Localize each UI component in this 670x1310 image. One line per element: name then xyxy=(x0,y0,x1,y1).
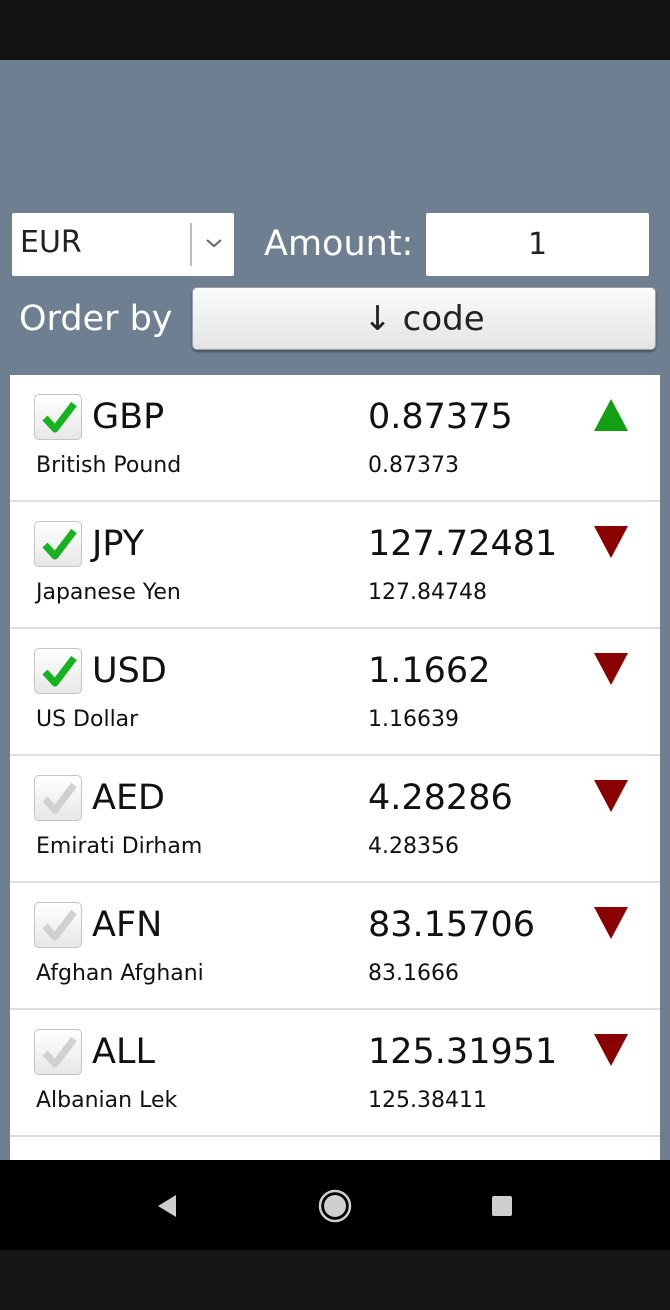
current-rate: 83.15706 xyxy=(368,905,536,945)
current-rate: 125.31951 xyxy=(368,1032,558,1072)
current-rate: 127.72481 xyxy=(368,524,558,564)
rate-row-usd[interactable]: USD US Dollar 1.1662 1.16639 xyxy=(10,629,660,756)
currency-name: Japanese Yen xyxy=(36,580,181,605)
status-bar xyxy=(0,0,670,60)
checkmark-icon xyxy=(42,528,77,560)
triangle-up-icon xyxy=(594,399,628,431)
rate-row-all[interactable]: ALL Albanian Lek 125.31951 125.38411 xyxy=(10,1010,660,1137)
currency-code: ALL xyxy=(92,1032,155,1072)
rates-list[interactable]: GBP British Pound 0.87375 0.87373 JPY Ja… xyxy=(10,375,660,1160)
checkmark-icon xyxy=(42,1036,77,1068)
currency-code: AED xyxy=(92,778,166,818)
back-triangle-icon[interactable] xyxy=(150,1188,186,1224)
amount-label: Amount: xyxy=(264,224,414,264)
rate-row-aed[interactable]: AED Emirati Dirham 4.28286 4.28356 xyxy=(10,756,660,883)
currency-checkbox[interactable] xyxy=(34,521,82,567)
home-circle-icon[interactable] xyxy=(317,1188,353,1224)
currency-checkbox[interactable] xyxy=(34,775,82,821)
currency-select-value: EUR xyxy=(20,225,82,260)
navigation-bar xyxy=(0,1160,670,1250)
rate-row-gbp[interactable]: GBP British Pound 0.87375 0.87373 xyxy=(10,375,660,502)
currency-checkbox[interactable] xyxy=(34,648,82,694)
currency-name: US Dollar xyxy=(36,707,139,732)
checkmark-icon xyxy=(42,401,77,433)
amount-input[interactable] xyxy=(426,213,649,276)
currency-code: JPY xyxy=(92,524,145,564)
currency-select[interactable]: EUR xyxy=(12,213,234,276)
triangle-down-icon xyxy=(594,1034,628,1066)
app-screen: EUR Amount: Order by ↓ code GBP British … xyxy=(0,60,670,1160)
currency-name: Emirati Dirham xyxy=(36,834,203,859)
bottom-strip xyxy=(0,1250,670,1310)
current-rate: 4.28286 xyxy=(368,778,513,818)
triangle-down-icon xyxy=(594,780,628,812)
current-rate: 1.1662 xyxy=(368,651,491,691)
recents-square-icon[interactable] xyxy=(484,1188,520,1224)
previous-rate: 0.87373 xyxy=(368,453,459,478)
chevron-down-icon xyxy=(206,239,222,248)
previous-rate: 4.28356 xyxy=(368,834,459,859)
triangle-down-icon xyxy=(594,907,628,939)
currency-name: Albanian Lek xyxy=(36,1088,178,1113)
currency-code: GBP xyxy=(92,397,165,437)
previous-rate: 83.1666 xyxy=(368,961,459,986)
currency-code: USD xyxy=(92,651,167,691)
checkmark-icon xyxy=(42,655,77,687)
current-rate: 0.87375 xyxy=(368,397,513,437)
select-divider xyxy=(190,223,192,266)
triangle-down-icon xyxy=(594,526,628,558)
currency-checkbox[interactable] xyxy=(34,902,82,948)
currency-name: British Pound xyxy=(36,453,182,478)
previous-rate: 127.84748 xyxy=(368,580,487,605)
checkmark-icon xyxy=(42,782,77,814)
currency-name: Afghan Afghani xyxy=(36,961,204,986)
order-by-label: Order by xyxy=(19,299,173,339)
currency-checkbox[interactable] xyxy=(34,394,82,440)
currency-checkbox[interactable] xyxy=(34,1029,82,1075)
checkmark-icon xyxy=(42,909,77,941)
previous-rate: 1.16639 xyxy=(368,707,459,732)
order-by-button[interactable]: ↓ code xyxy=(192,287,656,350)
previous-rate: 125.38411 xyxy=(368,1088,487,1113)
currency-code: AFN xyxy=(92,905,163,945)
rate-row-afn[interactable]: AFN Afghan Afghani 83.15706 83.1666 xyxy=(10,883,660,1010)
rate-row-jpy[interactable]: JPY Japanese Yen 127.72481 127.84748 xyxy=(10,502,660,629)
triangle-down-icon xyxy=(594,653,628,685)
